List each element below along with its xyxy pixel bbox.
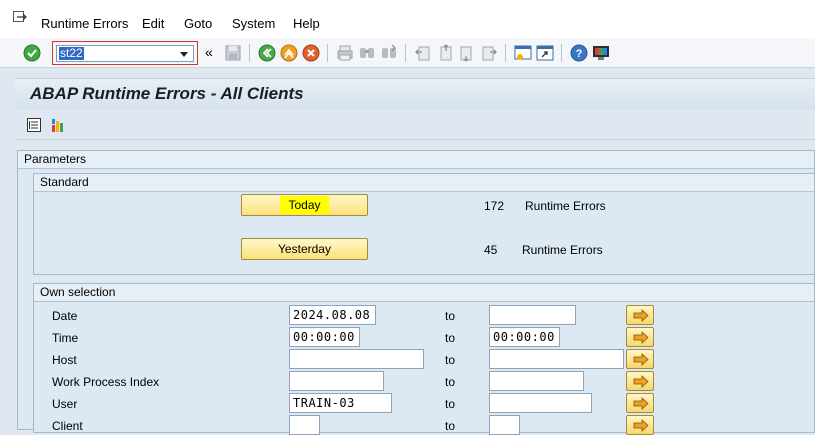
- work-process-index-from-field[interactable]: [289, 371, 384, 391]
- print-icon[interactable]: [336, 44, 354, 62]
- find-icon[interactable]: [358, 44, 376, 62]
- time-multiple-selection-button[interactable]: [626, 327, 654, 347]
- toolbar-separator: [561, 44, 562, 62]
- user-label: User: [52, 397, 78, 411]
- toolbar-separator: [249, 44, 250, 62]
- page-title: ABAP Runtime Errors - All Clients: [30, 84, 304, 103]
- statistics-icon[interactable]: [50, 117, 66, 133]
- work-process-index-to-field[interactable]: [489, 371, 584, 391]
- own-selection-header: Own selection: [34, 284, 814, 302]
- today-button[interactable]: Today: [241, 194, 368, 216]
- time-to-label: to: [445, 331, 456, 345]
- previous-page-icon[interactable]: [436, 44, 454, 62]
- host-from-field[interactable]: [289, 349, 424, 369]
- today-count: 172: [484, 199, 505, 213]
- svg-text:?: ?: [576, 48, 583, 60]
- multiple-selection-arrow-icon: [633, 309, 649, 322]
- standard-header: Standard: [34, 174, 814, 192]
- application-toolbar: [15, 110, 815, 140]
- menu-system[interactable]: System: [232, 16, 275, 31]
- host-label: Host: [52, 353, 77, 367]
- menu-runtime-errors[interactable]: Runtime Errors: [41, 16, 128, 31]
- menu-help[interactable]: Help: [293, 16, 320, 31]
- work-process-index-to-label: to: [445, 375, 456, 389]
- toolbar-separator: [405, 44, 406, 62]
- exit-icon[interactable]: [280, 44, 298, 62]
- user-to-field[interactable]: [489, 393, 592, 413]
- work-process-index-multiple-selection-button[interactable]: [626, 371, 654, 391]
- work-process-index-label: Work Process Index: [52, 375, 160, 389]
- today-count-unit: Runtime Errors: [525, 199, 606, 213]
- date-to-label: to: [445, 309, 456, 323]
- client-to-field[interactable]: [489, 415, 520, 435]
- date-label: Date: [52, 309, 78, 323]
- last-page-icon[interactable]: [480, 44, 498, 62]
- parameters-header: Parameters: [18, 151, 814, 169]
- command-field-frame: st22: [52, 41, 198, 65]
- standard-toolbar: st22 « ?: [0, 38, 815, 68]
- menu-bar: Runtime Errors Edit Goto System Help: [0, 0, 815, 38]
- menu-goto[interactable]: Goto: [184, 16, 212, 31]
- find-next-icon[interactable]: [380, 44, 398, 62]
- command-field[interactable]: st22: [56, 45, 194, 62]
- multiple-selection-arrow-icon: [633, 375, 649, 388]
- user-from-field[interactable]: TRAIN-03: [289, 393, 392, 413]
- time-from-field[interactable]: 00:00:00: [289, 327, 360, 347]
- user-to-label: to: [445, 397, 456, 411]
- multiple-selection-arrow-icon: [633, 331, 649, 344]
- exit-menu-icon[interactable]: [13, 11, 27, 23]
- back-icon[interactable]: [258, 44, 276, 62]
- toolbar-separator: [327, 44, 328, 62]
- yesterday-count-unit: Runtime Errors: [522, 243, 603, 257]
- user-multiple-selection-button[interactable]: [626, 393, 654, 413]
- today-button-label: Today: [280, 196, 329, 214]
- enter-icon[interactable]: [23, 44, 41, 62]
- yesterday-button[interactable]: Yesterday: [241, 238, 368, 260]
- cancel-icon[interactable]: [302, 44, 320, 62]
- menu-edit[interactable]: Edit: [142, 16, 164, 31]
- chevron-down-icon[interactable]: [180, 52, 188, 57]
- collapse-command-icon[interactable]: «: [205, 44, 213, 60]
- date-to-field[interactable]: [489, 305, 576, 325]
- date-multiple-selection-button[interactable]: [626, 305, 654, 325]
- multiple-selection-arrow-icon: [633, 397, 649, 410]
- host-to-label: to: [445, 353, 456, 367]
- standard-group: Standard: [33, 173, 815, 275]
- client-from-field[interactable]: [289, 415, 320, 435]
- client-label: Client: [52, 419, 83, 433]
- help-icon[interactable]: ?: [570, 44, 588, 62]
- screen-title-bar: ABAP Runtime Errors - All Clients: [15, 78, 815, 110]
- list-view-icon[interactable]: [26, 117, 42, 133]
- create-session-icon[interactable]: [514, 44, 532, 62]
- toolbar-separator: [505, 44, 506, 62]
- shortcut-icon[interactable]: [536, 44, 554, 62]
- time-to-field[interactable]: 00:00:00: [489, 327, 560, 347]
- command-field-value: st22: [59, 46, 84, 60]
- save-icon[interactable]: [224, 44, 242, 62]
- host-multiple-selection-button[interactable]: [626, 349, 654, 369]
- next-page-icon[interactable]: [458, 44, 476, 62]
- own-selection-group: Own selection: [33, 283, 815, 433]
- client-multiple-selection-button[interactable]: [626, 415, 654, 435]
- multiple-selection-arrow-icon: [633, 353, 649, 366]
- customize-layout-icon[interactable]: [592, 44, 610, 62]
- date-from-field[interactable]: 2024.08.08: [289, 305, 376, 325]
- time-label: Time: [52, 331, 79, 345]
- client-to-label: to: [445, 419, 456, 433]
- yesterday-count: 45: [484, 243, 498, 257]
- yesterday-button-label: Yesterday: [278, 242, 331, 256]
- first-page-icon[interactable]: [414, 44, 432, 62]
- host-to-field[interactable]: [489, 349, 624, 369]
